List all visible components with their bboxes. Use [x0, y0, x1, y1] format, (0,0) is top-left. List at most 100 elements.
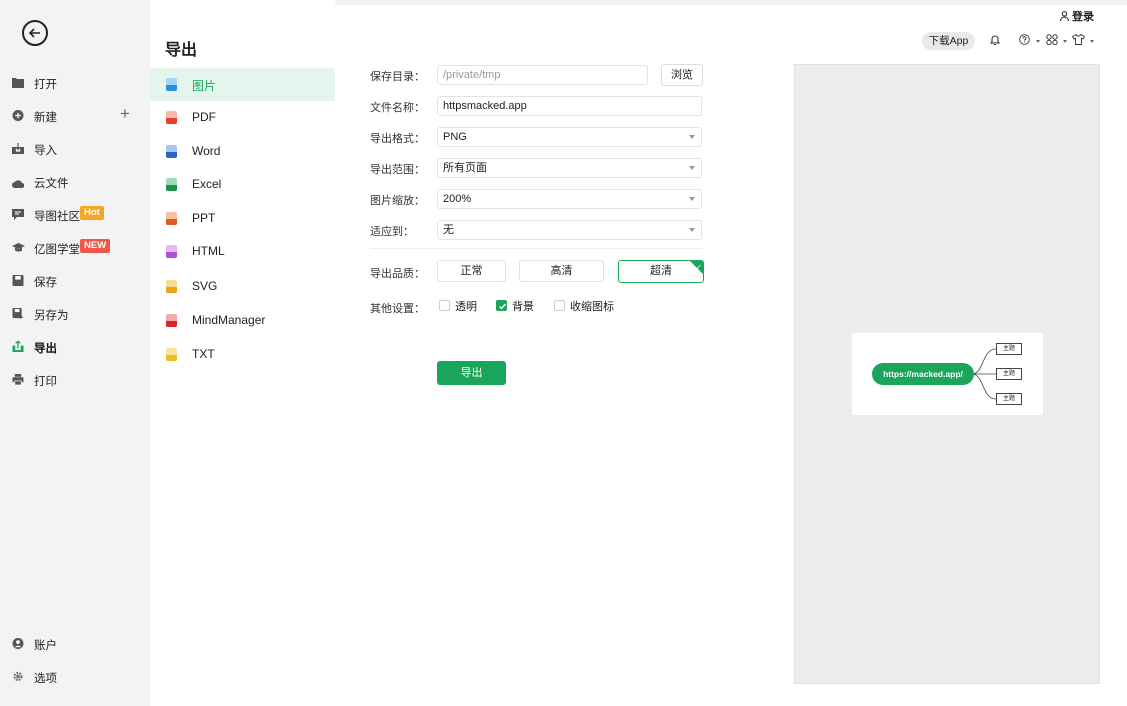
check-icon: ✓ [695, 263, 702, 272]
scale-select[interactable]: 200% [437, 189, 702, 209]
scale-select-label: 图片缩放： [370, 195, 425, 207]
download-app-button[interactable]: 下载App [922, 32, 975, 50]
export-icon [12, 341, 24, 352]
fit-select[interactable]: 无 [437, 220, 702, 240]
format-select[interactable]: PNG [437, 127, 702, 147]
sidebar-item-academy[interactable]: 亿图学堂 NEW [0, 231, 150, 264]
quality-ultra-label: 超清 [650, 265, 672, 277]
filename-label: 文件名称： [370, 102, 425, 114]
transparent-checkbox[interactable] [439, 300, 450, 311]
theme-shirt-icon[interactable] [1072, 34, 1085, 45]
range-select-value: 所有页面 [443, 162, 487, 174]
format-label: PDF [192, 110, 216, 124]
sidebar-item-label: 账户 [34, 640, 57, 652]
format-label: Excel [192, 177, 222, 191]
apps-caret-icon[interactable] [1063, 40, 1067, 43]
preview-thumbnail: https://macked.app/ 主题 主题 主题 [852, 333, 1043, 415]
mindmap-child-node: 主题 [996, 368, 1022, 380]
format-select-label: 导出格式： [370, 133, 425, 145]
account-icon [12, 638, 24, 649]
sidebar-item-save[interactable]: 保存 [0, 264, 150, 297]
format-item-pdf[interactable]: PDF [150, 101, 335, 134]
sidebar-item-label: 保存 [34, 277, 57, 289]
html-file-icon [166, 245, 177, 258]
sidebar-item-open[interactable]: 打开 [0, 66, 150, 99]
sidebar-item-save-as[interactable]: 另存为 [0, 297, 150, 330]
sidebar-item-label: 导入 [34, 145, 57, 157]
save-dir-label: 保存目录： [370, 71, 425, 83]
sidebar-item-community[interactable]: 导图社区 Hot [0, 198, 150, 231]
quality-high-button[interactable]: 高清 [519, 260, 604, 282]
format-label: TXT [192, 347, 215, 361]
format-item-word[interactable]: Word [150, 135, 335, 168]
login-button[interactable]: 登录 [1053, 7, 1101, 27]
mindmanager-file-icon [166, 314, 177, 327]
format-label: 图片 [192, 79, 217, 93]
left-sidebar: 打开 新建 + 导入 云文件 导图社区 Hot 亿图学堂 NEW 保存 另存为 … [0, 0, 150, 706]
shrink-icon-label: 收缩图标 [570, 301, 614, 313]
sidebar-item-new[interactable]: 新建 + [0, 99, 150, 132]
chevron-down-icon [689, 228, 695, 232]
export-button[interactable]: 导出 [437, 361, 506, 385]
background-checkbox[interactable] [496, 300, 507, 311]
fit-select-label: 适应到： [370, 226, 414, 238]
sidebar-item-label: 选项 [34, 673, 57, 685]
save-icon [12, 275, 24, 286]
quality-label: 导出品质： [370, 268, 425, 280]
form-divider [370, 248, 702, 249]
help-icon[interactable] [1019, 34, 1030, 45]
new-plus-icon[interactable]: + [120, 104, 130, 124]
sidebar-item-cloud[interactable]: 云文件 [0, 165, 150, 198]
apps-icon[interactable] [1046, 34, 1058, 45]
theme-caret-icon[interactable] [1090, 40, 1094, 43]
quality-normal-button[interactable]: 正常 [437, 260, 506, 282]
sidebar-item-export[interactable]: 导出 [0, 330, 150, 363]
format-label: PPT [192, 211, 216, 225]
plus-circle-icon [12, 110, 24, 121]
sidebar-item-label: 另存为 [34, 310, 69, 322]
help-caret-icon[interactable] [1036, 40, 1040, 43]
range-select[interactable]: 所有页面 [437, 158, 702, 178]
cloud-icon [12, 180, 24, 188]
back-button[interactable] [22, 20, 48, 46]
sidebar-item-label: 导出 [34, 343, 57, 355]
user-icon [1059, 11, 1069, 22]
format-item-html[interactable]: HTML [150, 235, 335, 268]
quality-ultra-button[interactable]: 超清 ✓ [618, 260, 704, 283]
bell-icon[interactable] [990, 34, 1000, 46]
chevron-down-icon [689, 135, 695, 139]
graduation-cap-icon [12, 243, 25, 252]
format-item-ppt[interactable]: PPT [150, 202, 335, 235]
chat-icon [12, 209, 24, 220]
format-item-svg[interactable]: SVG [150, 270, 335, 303]
format-item-image[interactable]: 图片 [150, 68, 335, 101]
sidebar-item-print[interactable]: 打印 [0, 363, 150, 396]
format-label: HTML [192, 244, 225, 258]
pdf-file-icon [166, 111, 177, 124]
image-file-icon [166, 78, 177, 91]
browse-button[interactable]: 浏览 [661, 64, 703, 86]
sidebar-item-label: 云文件 [34, 178, 69, 190]
sidebar-item-label: 打印 [34, 376, 57, 388]
save-dir-input[interactable]: /private/tmp [437, 65, 648, 85]
word-file-icon [166, 145, 177, 158]
sidebar-item-options[interactable]: 选项 [0, 660, 150, 693]
login-label: 登录 [1072, 11, 1095, 23]
filename-input[interactable]: httpsmacked.app [437, 96, 702, 116]
txt-file-icon [166, 348, 177, 361]
format-item-mindmanager[interactable]: MindManager [150, 304, 335, 337]
shrink-icon-checkbox[interactable] [554, 300, 565, 311]
format-item-excel[interactable]: Excel [150, 168, 335, 201]
sidebar-item-import[interactable]: 导入 [0, 132, 150, 165]
sidebar-item-account[interactable]: 账户 [0, 627, 150, 660]
mindmap-child-node: 主题 [996, 343, 1022, 355]
format-label: Word [192, 144, 221, 158]
folder-icon [12, 78, 24, 88]
mindmap-root-node: https://macked.app/ [872, 363, 974, 385]
format-label: MindManager [192, 313, 266, 327]
new-badge: NEW [80, 239, 111, 253]
scale-select-value: 200% [443, 193, 472, 205]
sidebar-item-label: 打开 [34, 79, 57, 91]
format-item-txt[interactable]: TXT [150, 338, 335, 371]
svg-file-icon [166, 280, 177, 293]
